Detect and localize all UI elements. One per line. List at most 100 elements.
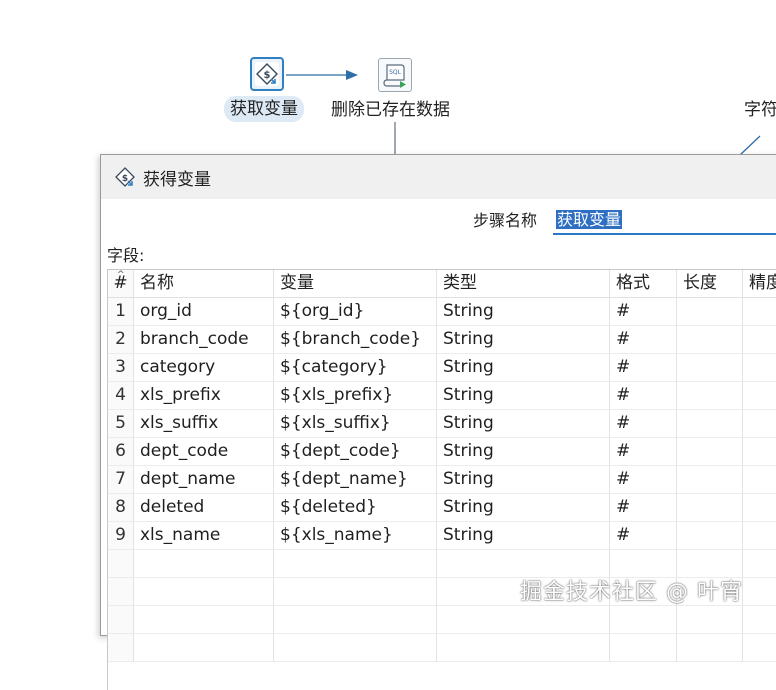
table-row[interactable]: 8 deleted ${deleted} String # xyxy=(108,494,776,522)
field-format-cell[interactable]: # xyxy=(610,494,677,522)
string-node-label[interactable]: 字符 xyxy=(744,98,776,122)
table-row[interactable]: 4 xls_prefix ${xls_prefix} String # xyxy=(108,382,776,410)
column-header-length[interactable]: 长度 xyxy=(677,270,743,298)
sql-script-icon[interactable]: SQL xyxy=(378,58,412,92)
row-number-cell[interactable]: 3 xyxy=(108,354,134,382)
field-variable-cell[interactable] xyxy=(274,634,437,662)
field-name-cell[interactable] xyxy=(134,634,274,662)
delete-existing-data-node-label[interactable]: 删除已存在数据 xyxy=(331,98,450,122)
column-header-type[interactable]: 类型 xyxy=(437,270,610,298)
field-length-cell[interactable] xyxy=(677,606,743,634)
column-header-precision[interactable]: 精度 xyxy=(743,270,776,298)
field-precision-cell[interactable] xyxy=(743,606,776,634)
table-row[interactable]: 6 dept_code ${dept_code} String # xyxy=(108,438,776,466)
field-length-cell[interactable] xyxy=(677,634,743,662)
row-number-cell[interactable] xyxy=(108,634,134,662)
field-variable-cell[interactable]: ${deleted} xyxy=(274,494,437,522)
field-length-cell[interactable] xyxy=(677,326,743,354)
empty-table-row[interactable] xyxy=(108,634,776,662)
get-variables-node-label[interactable]: 获取变量 xyxy=(224,96,304,122)
row-number-cell[interactable] xyxy=(108,578,134,606)
field-format-cell[interactable]: # xyxy=(610,522,677,550)
field-length-cell[interactable] xyxy=(677,550,743,578)
field-length-cell[interactable] xyxy=(677,522,743,550)
field-precision-cell[interactable] xyxy=(743,298,776,326)
field-type-cell[interactable] xyxy=(437,634,610,662)
field-type-cell[interactable]: String xyxy=(437,326,610,354)
table-row[interactable]: 5 xls_suffix ${xls_suffix} String # xyxy=(108,410,776,438)
field-precision-cell[interactable] xyxy=(743,522,776,550)
field-precision-cell[interactable] xyxy=(743,382,776,410)
field-format-cell[interactable] xyxy=(610,606,677,634)
field-length-cell[interactable] xyxy=(677,354,743,382)
field-length-cell[interactable] xyxy=(677,410,743,438)
table-row[interactable]: 9 xls_name ${xls_name} String # xyxy=(108,522,776,550)
field-name-cell[interactable]: org_id xyxy=(134,298,274,326)
row-number-cell[interactable]: 7 xyxy=(108,466,134,494)
field-type-cell[interactable]: String xyxy=(437,410,610,438)
table-row[interactable]: 1 org_id ${org_id} String # xyxy=(108,298,776,326)
row-number-cell[interactable]: 5 xyxy=(108,410,134,438)
dialog-titlebar[interactable]: $ 获得变量 xyxy=(101,155,776,199)
empty-table-row[interactable] xyxy=(108,550,776,578)
field-precision-cell[interactable] xyxy=(743,466,776,494)
row-number-cell[interactable]: 8 xyxy=(108,494,134,522)
row-number-cell[interactable]: 2 xyxy=(108,326,134,354)
field-precision-cell[interactable] xyxy=(743,550,776,578)
field-name-cell[interactable] xyxy=(134,606,274,634)
field-format-cell[interactable]: # xyxy=(610,354,677,382)
column-header-format[interactable]: 格式 xyxy=(610,270,677,298)
field-name-cell[interactable] xyxy=(134,578,274,606)
column-header-number[interactable]: ^ # xyxy=(108,270,134,298)
field-format-cell[interactable]: # xyxy=(610,326,677,354)
field-format-cell[interactable]: # xyxy=(610,466,677,494)
field-variable-cell[interactable]: ${branch_code} xyxy=(274,326,437,354)
get-variables-node-icon[interactable]: $ xyxy=(250,57,284,91)
field-name-cell[interactable] xyxy=(134,550,274,578)
field-precision-cell[interactable] xyxy=(743,438,776,466)
field-precision-cell[interactable] xyxy=(743,410,776,438)
field-length-cell[interactable] xyxy=(677,298,743,326)
field-variable-cell[interactable]: ${dept_code} xyxy=(274,438,437,466)
field-type-cell[interactable]: String xyxy=(437,494,610,522)
row-number-cell[interactable]: 4 xyxy=(108,382,134,410)
row-number-cell[interactable] xyxy=(108,550,134,578)
column-header-name[interactable]: 名称 xyxy=(134,270,274,298)
field-precision-cell[interactable] xyxy=(743,326,776,354)
field-type-cell[interactable] xyxy=(437,606,610,634)
field-name-cell[interactable]: xls_prefix xyxy=(134,382,274,410)
field-variable-cell[interactable]: ${xls_suffix} xyxy=(274,410,437,438)
field-type-cell[interactable]: String xyxy=(437,298,610,326)
field-variable-cell[interactable] xyxy=(274,606,437,634)
field-format-cell[interactable]: # xyxy=(610,298,677,326)
field-variable-cell[interactable]: ${org_id} xyxy=(274,298,437,326)
table-row[interactable]: 2 branch_code ${branch_code} String # xyxy=(108,326,776,354)
field-name-cell[interactable]: deleted xyxy=(134,494,274,522)
column-header-variable[interactable]: 变量 xyxy=(274,270,437,298)
table-row[interactable]: 7 dept_name ${dept_name} String # xyxy=(108,466,776,494)
field-name-cell[interactable]: xls_suffix xyxy=(134,410,274,438)
row-number-cell[interactable]: 1 xyxy=(108,298,134,326)
field-precision-cell[interactable] xyxy=(743,634,776,662)
workflow-canvas[interactable]: $ 获取变量 SQL 删除已存在数据 字符 xyxy=(0,0,776,160)
field-type-cell[interactable] xyxy=(437,550,610,578)
field-precision-cell[interactable] xyxy=(743,354,776,382)
field-format-cell[interactable]: # xyxy=(610,438,677,466)
field-precision-cell[interactable] xyxy=(743,494,776,522)
field-format-cell[interactable]: # xyxy=(610,410,677,438)
field-length-cell[interactable] xyxy=(677,438,743,466)
field-name-cell[interactable]: dept_name xyxy=(134,466,274,494)
field-variable-cell[interactable]: ${category} xyxy=(274,354,437,382)
field-name-cell[interactable]: category xyxy=(134,354,274,382)
field-format-cell[interactable] xyxy=(610,550,677,578)
field-format-cell[interactable] xyxy=(610,634,677,662)
field-variable-cell[interactable]: ${xls_prefix} xyxy=(274,382,437,410)
field-variable-cell[interactable] xyxy=(274,578,437,606)
field-type-cell[interactable]: String xyxy=(437,438,610,466)
row-number-cell[interactable] xyxy=(108,606,134,634)
field-type-cell[interactable]: String xyxy=(437,522,610,550)
field-precision-cell[interactable] xyxy=(743,578,776,606)
field-variable-cell[interactable]: ${xls_name} xyxy=(274,522,437,550)
field-length-cell[interactable] xyxy=(677,466,743,494)
field-length-cell[interactable] xyxy=(677,494,743,522)
